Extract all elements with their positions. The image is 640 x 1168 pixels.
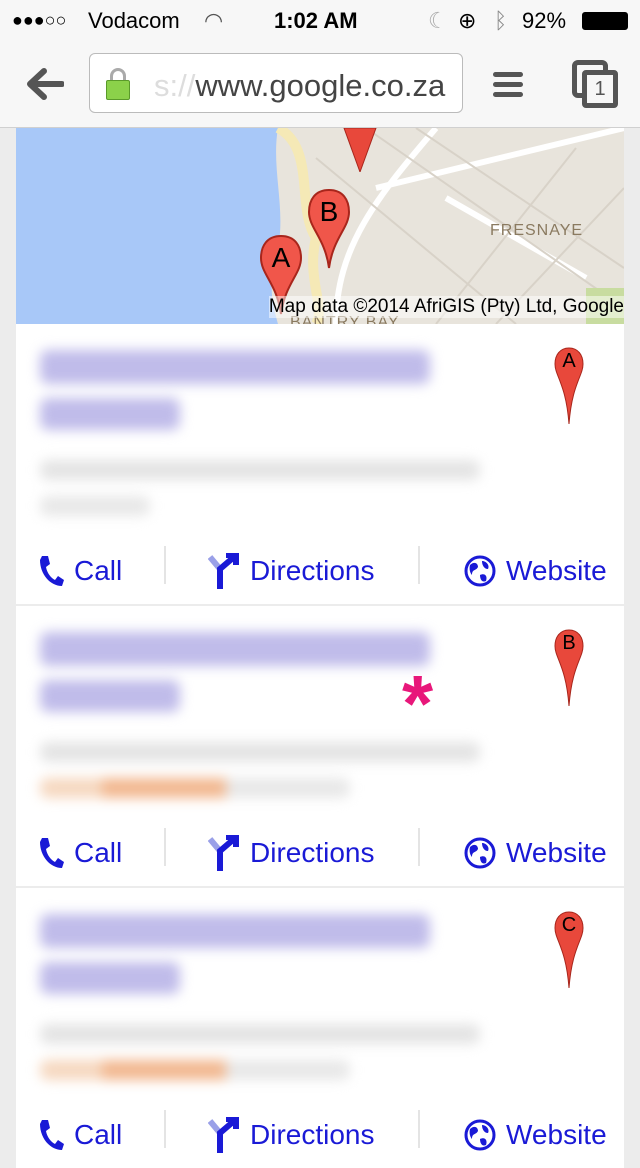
lock-icon — [106, 68, 130, 100]
phone-icon — [40, 1120, 64, 1150]
divider — [164, 1110, 166, 1148]
wifi-icon: ◠ — [204, 8, 224, 33]
result-card[interactable]: C Call Directions Website — [16, 888, 624, 1168]
phone-icon — [40, 838, 64, 868]
divider — [418, 828, 420, 866]
call-button[interactable]: Call — [38, 546, 122, 596]
result-rating-blurred — [40, 1060, 350, 1080]
result-marker: A — [554, 346, 584, 426]
tabs-button[interactable]: 1 — [572, 60, 618, 108]
directions-button[interactable]: Directions — [208, 546, 374, 596]
map-label-fresnaye: FRESNAYE — [490, 222, 584, 239]
status-bar: ●●●○○ Vodacom ◠ 1:02 AM ☾ ⊕ ᛒ 92% — [0, 0, 640, 40]
call-button[interactable]: Call — [38, 828, 122, 878]
result-card[interactable]: A Call Directions Website — [16, 324, 624, 604]
moon-icon: ☾ — [428, 8, 448, 33]
result-title-blurred[interactable] — [40, 914, 430, 948]
result-rating-blurred — [40, 496, 150, 516]
url-text: www.google.co.za — [195, 68, 446, 103]
result-title-blurred-line2[interactable] — [40, 962, 180, 994]
bluetooth-icon: ᛒ — [494, 8, 508, 33]
result-title-blurred[interactable] — [40, 632, 430, 666]
website-button[interactable]: Website — [464, 828, 607, 878]
directions-icon — [208, 1117, 239, 1153]
back-arrow-icon[interactable] — [26, 68, 64, 100]
map-marker-b[interactable]: B — [307, 188, 351, 270]
battery-percent: 92% — [522, 8, 567, 33]
result-actions: Call Directions Website — [16, 1110, 624, 1160]
divider — [418, 1110, 420, 1148]
url-prefix: s:// — [154, 68, 196, 103]
website-button[interactable]: Website — [464, 546, 607, 596]
result-rating-blurred — [40, 778, 350, 798]
result-card[interactable]: B Call Directions Website — [16, 606, 624, 886]
directions-button[interactable]: Directions — [208, 1110, 374, 1160]
rotation-lock-icon: ⊕ — [458, 8, 477, 33]
result-marker: B — [554, 628, 584, 708]
result-marker: C — [554, 910, 584, 990]
directions-icon — [208, 835, 239, 871]
phone-icon — [40, 556, 64, 586]
browser-toolbar: s://www.google.co.za 1 — [0, 40, 640, 128]
directions-button[interactable]: Directions — [208, 828, 374, 878]
url-field[interactable]: s://www.google.co.za — [89, 53, 463, 113]
map[interactable]: FRESNAYE BANTRY BAY B A Map data ©2014 A… — [16, 128, 624, 324]
map-marker-top[interactable] — [342, 128, 378, 172]
result-address-blurred — [40, 460, 480, 480]
result-actions: Call Directions Website — [16, 828, 624, 878]
divider — [164, 546, 166, 584]
result-actions: Call Directions Website — [16, 546, 624, 596]
carrier: Vodacom — [88, 8, 180, 33]
time: 1:02 AM — [274, 8, 358, 33]
result-address-blurred — [40, 1024, 480, 1044]
result-title-blurred-line2[interactable] — [40, 398, 180, 430]
divider — [418, 546, 420, 584]
battery-icon — [582, 12, 628, 30]
globe-icon — [464, 555, 496, 587]
annotation-asterisk: * — [402, 659, 434, 748]
tabs-count: 1 — [582, 70, 618, 108]
map-attribution: Map data ©2014 AfriGIS (Pty) Ltd, Google — [268, 296, 624, 318]
call-button[interactable]: Call — [38, 1110, 122, 1160]
result-title-blurred[interactable] — [40, 350, 430, 384]
website-button[interactable]: Website — [464, 1110, 607, 1160]
result-title-blurred-line2[interactable] — [40, 680, 180, 712]
globe-icon — [464, 837, 496, 869]
signal-dots: ●●●○○ — [12, 10, 67, 30]
directions-icon — [208, 553, 239, 589]
divider — [164, 828, 166, 866]
globe-icon — [464, 1119, 496, 1151]
menu-icon[interactable] — [493, 72, 523, 97]
